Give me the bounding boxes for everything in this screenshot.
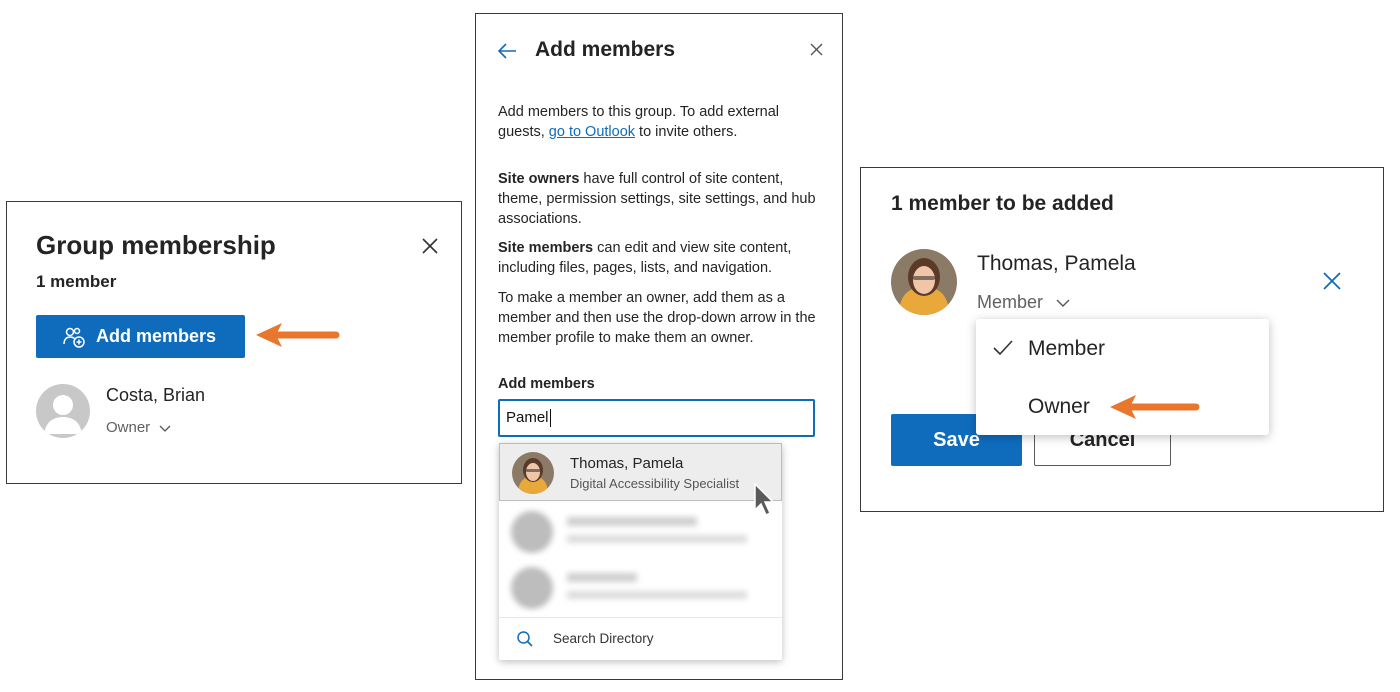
members-description: Site members can edit and view site cont…: [498, 240, 792, 276]
member-count: 1 member: [36, 272, 117, 291]
suggestion-name: Thomas, Pamela: [570, 455, 684, 472]
chevron-down-icon: [1055, 298, 1071, 308]
member-to-add-panel: 1 member to be added Thomas, Pamela Memb…: [860, 167, 1384, 512]
member-name: Costa, Brian: [106, 385, 206, 405]
mouse-pointer-icon: [753, 482, 777, 523]
intro-text: Add members to this group. To add extern…: [498, 104, 780, 140]
close-icon[interactable]: [809, 42, 824, 57]
avatar: [36, 384, 90, 438]
chevron-down-icon: [158, 423, 172, 433]
blurred-suggestion: [511, 507, 771, 557]
role-label: Member: [977, 292, 1044, 312]
go-to-outlook-link[interactable]: go to Outlook: [549, 124, 635, 140]
add-members-input[interactable]: Pamel: [498, 399, 815, 437]
member-role-dropdown[interactable]: Owner: [106, 419, 172, 436]
role-option-member[interactable]: Member: [976, 325, 1269, 373]
profile-photo: [891, 249, 957, 315]
group-membership-panel: Group membership 1 member Add members Co…: [6, 201, 462, 484]
role-option-label: Member: [1028, 337, 1106, 360]
checkmark-icon: [992, 339, 1014, 357]
role-option-label: Owner: [1028, 395, 1090, 418]
blurred-suggestion: [511, 563, 771, 613]
panel-title: Add members: [535, 38, 676, 61]
add-members-panel: Add members Add members to this group. T…: [475, 13, 843, 680]
remove-member-icon[interactable]: [1322, 271, 1342, 291]
member-name: Thomas, Pamela: [977, 252, 1136, 275]
member-role-label: Owner: [106, 419, 151, 436]
role-dropdown[interactable]: Member: [977, 292, 1071, 313]
search-directory-item[interactable]: Search Directory: [499, 617, 782, 660]
suggestions-list: Thomas, Pamela Digital Accessibility Spe…: [499, 443, 782, 660]
suggestion-item[interactable]: Thomas, Pamela Digital Accessibility Spe…: [499, 443, 782, 501]
close-icon[interactable]: [421, 237, 439, 255]
panel-title: 1 member to be added: [891, 192, 1114, 215]
callout-arrow-icon: [1108, 392, 1200, 427]
callout-arrow-icon: [254, 320, 340, 355]
search-directory-label: Search Directory: [553, 631, 654, 646]
add-members-label: Add members: [96, 326, 217, 346]
add-members-button[interactable]: Add members: [36, 315, 245, 358]
add-people-icon: [62, 325, 86, 349]
field-label: Add members: [498, 376, 595, 392]
panel-title: Group membership: [36, 230, 276, 260]
back-arrow-icon[interactable]: [496, 41, 518, 61]
owners-description: Site owners have full control of site co…: [498, 171, 816, 227]
profile-photo: [512, 452, 554, 494]
search-icon: [516, 630, 534, 648]
suggestion-title: Digital Accessibility Specialist: [570, 476, 740, 491]
owner-howto-text: To make a member an owner, add them as a…: [498, 290, 816, 346]
